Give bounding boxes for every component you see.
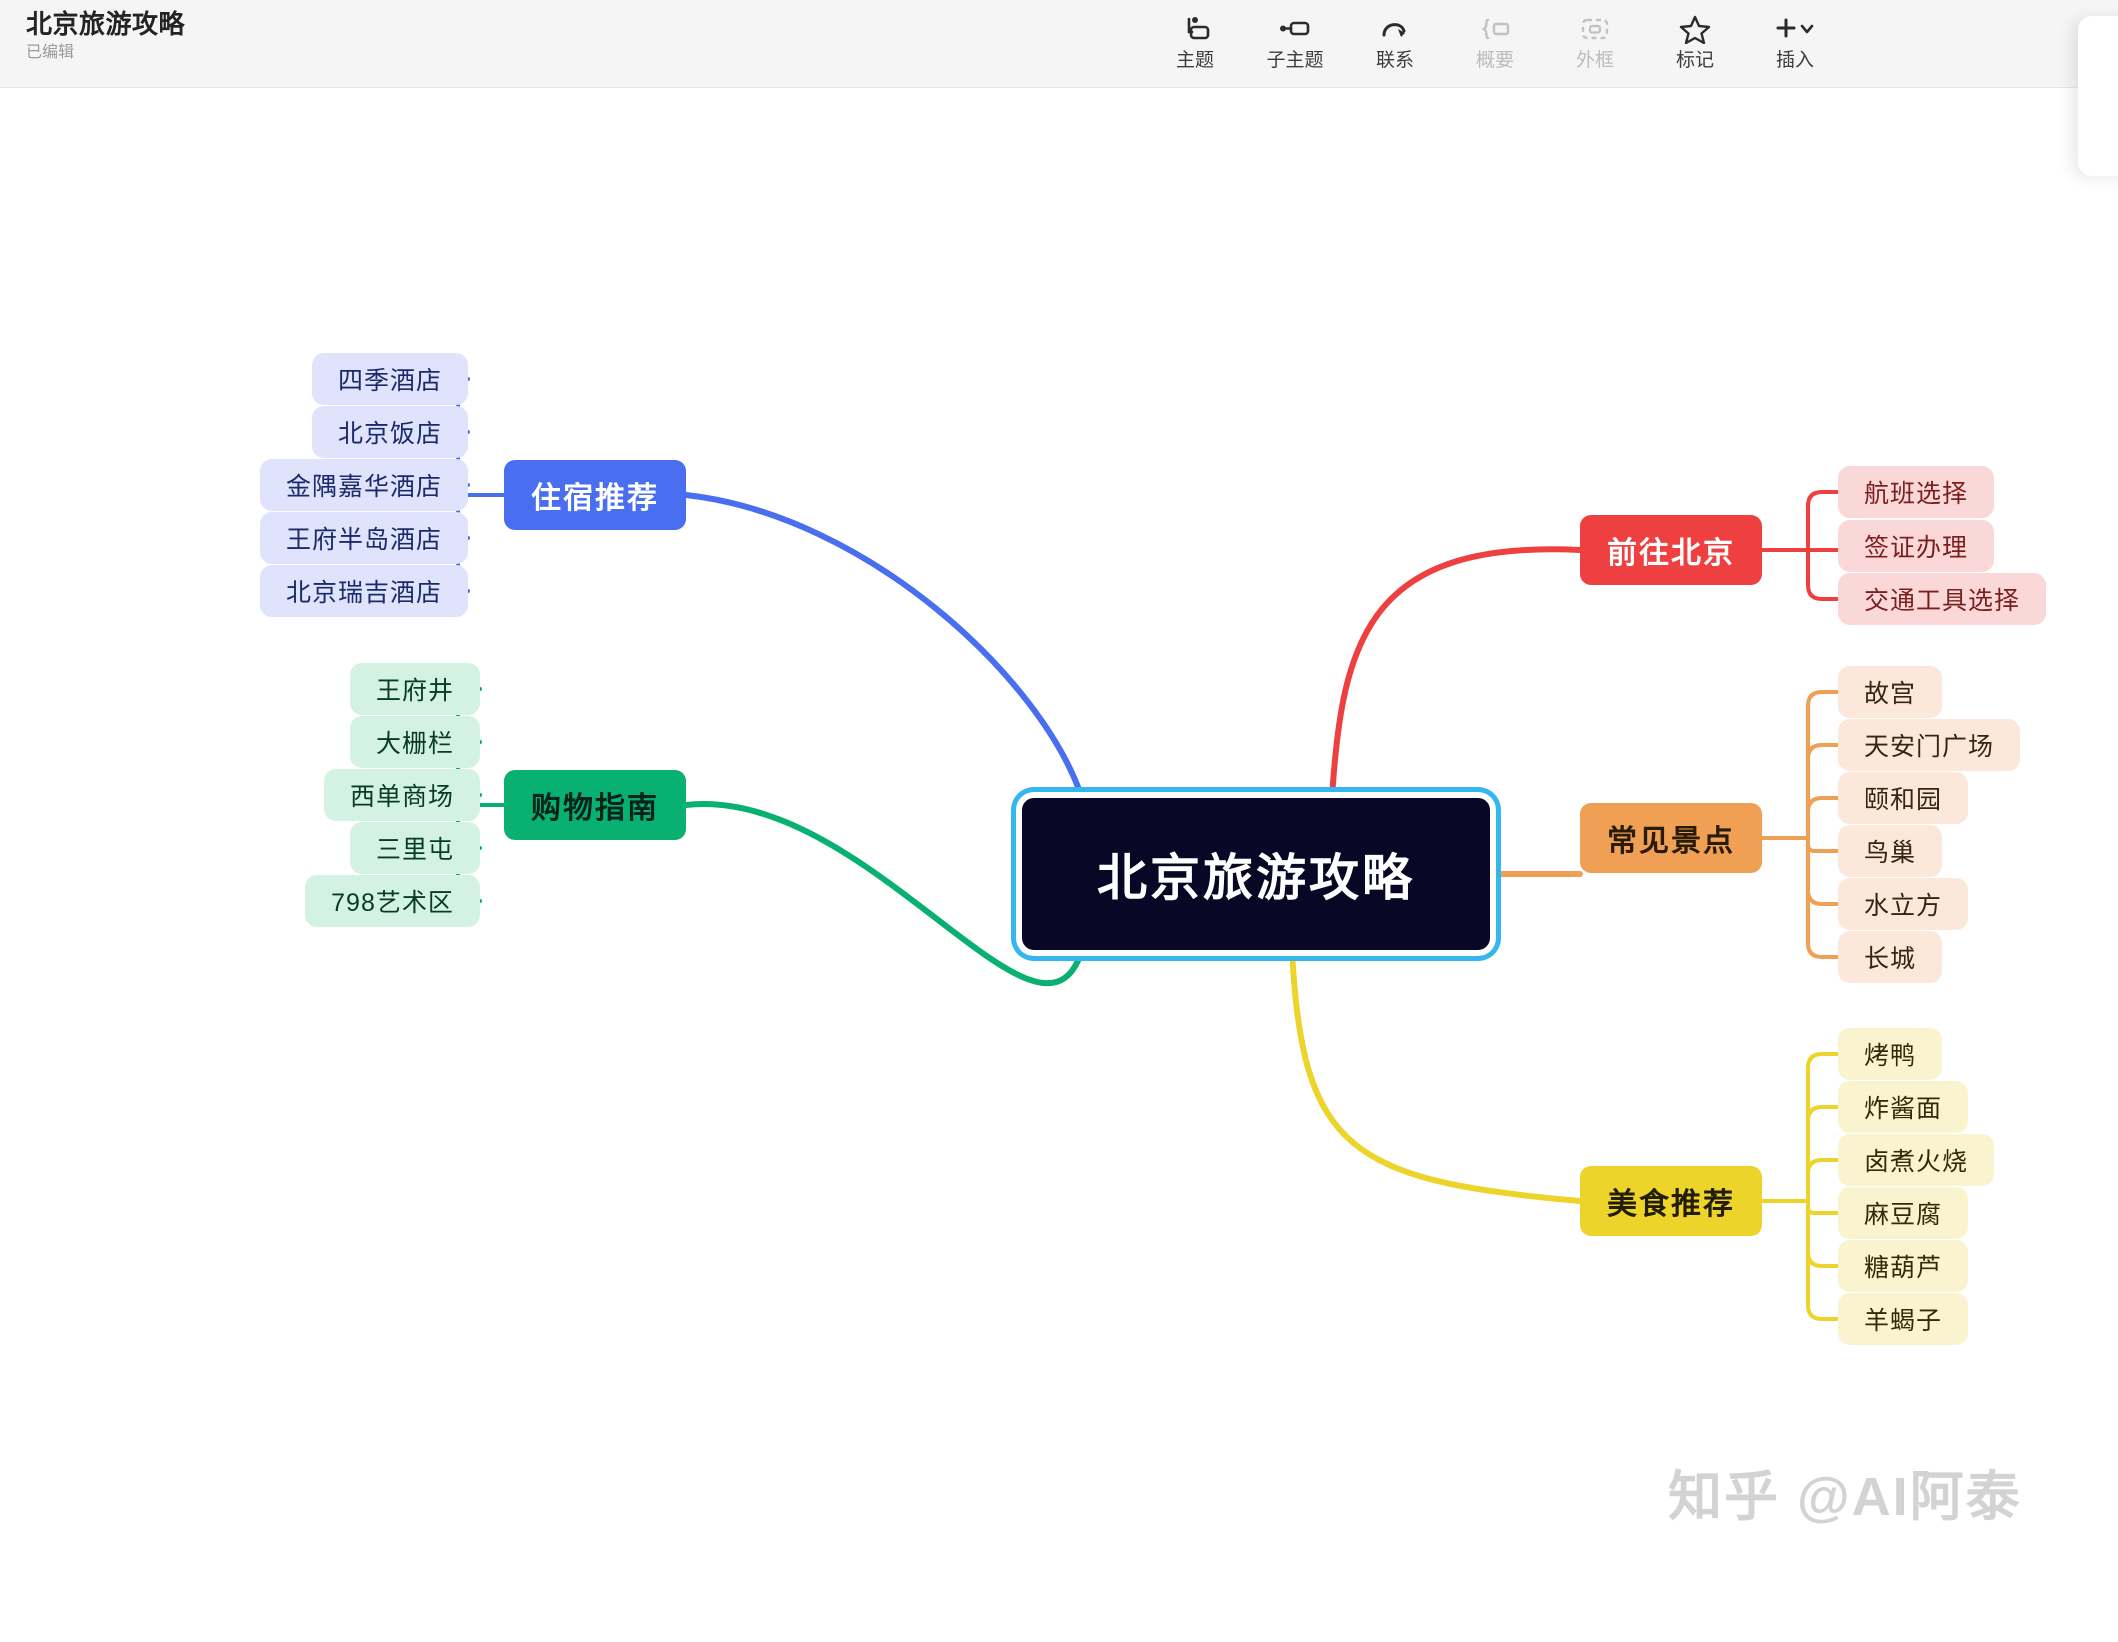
toolbar-label-topic: 主题 (1175, 50, 1214, 71)
connector (1806, 1199, 1840, 1215)
save-status: 已编辑 (26, 44, 75, 61)
leaf-node[interactable]: 四季酒店 (312, 353, 468, 405)
document-title-block: 北京旅游攻略 已编辑 (26, 8, 185, 64)
connector (1806, 796, 1840, 840)
leaf-node[interactable]: 交通工具选择 (1838, 573, 2046, 625)
connector (1806, 1158, 1840, 1203)
toolbar-label-marker: 标记 (1675, 50, 1714, 71)
branch-node[interactable]: 美食推荐 (1580, 1166, 1762, 1236)
connector (1806, 548, 1840, 601)
connector (683, 492, 1085, 801)
branch-node[interactable]: 常见景点 (1580, 803, 1762, 873)
toolbar-label-insert: 插入 (1775, 50, 1814, 71)
connector (1806, 490, 1840, 552)
leaf-node[interactable]: 鸟巢 (1838, 825, 1942, 877)
toolbar-label-subtopic: 子主题 (1266, 50, 1324, 71)
toolbar-button-insert[interactable]: 插入 (1745, 4, 1845, 82)
app-header: 北京旅游攻略 已编辑 主题 子主题 联系 概要 外框 标记 插入 (0, 0, 2118, 88)
toolbar-button-boundary[interactable]: 外框 (1545, 4, 1645, 82)
connector (1806, 836, 1840, 906)
subtopic-icon (1278, 12, 1312, 46)
toolbar-button-marker[interactable]: 标记 (1645, 4, 1745, 82)
leaf-node[interactable]: 三里屯 (350, 822, 480, 874)
leaf-node[interactable]: 航班选择 (1838, 466, 1994, 518)
boundary-icon (1579, 12, 1611, 46)
leaf-node[interactable]: 炸酱面 (1838, 1081, 1968, 1133)
leaf-node[interactable]: 天安门广场 (1838, 719, 2020, 771)
toolbar: 主题 子主题 联系 概要 外框 标记 插入 (1145, 4, 1845, 82)
toolbar-label-summary: 概要 (1475, 50, 1514, 71)
leaf-node[interactable]: 麻豆腐 (1838, 1187, 1968, 1239)
leaf-node[interactable]: 签证办理 (1838, 520, 1994, 572)
leaf-node[interactable]: 颐和园 (1838, 772, 1968, 824)
toolbar-button-summary[interactable]: 概要 (1445, 4, 1545, 82)
leaf-node[interactable]: 北京瑞吉酒店 (260, 565, 468, 617)
branch-node[interactable]: 前往北京 (1580, 515, 1762, 585)
leaf-node[interactable]: 金隅嘉华酒店 (260, 459, 468, 511)
toolbar-label-boundary: 外框 (1575, 50, 1614, 71)
leaf-node[interactable]: 王府半岛酒店 (260, 512, 468, 564)
connector (1806, 1199, 1840, 1321)
star-icon (1679, 12, 1711, 46)
side-panel-collapsed[interactable] (2078, 16, 2118, 176)
leaf-node[interactable]: 糖葫芦 (1838, 1240, 1968, 1292)
leaf-node[interactable]: 水立方 (1838, 878, 1968, 930)
connector (1806, 836, 1840, 853)
branch-node[interactable]: 住宿推荐 (504, 460, 686, 530)
toolbar-button-topic[interactable]: 主题 (1145, 4, 1245, 82)
root-node[interactable]: 北京旅游攻略 (1022, 798, 1490, 950)
connector (1806, 1052, 1840, 1203)
mindmap-canvas[interactable]: 北京旅游攻略 前往北京 航班选择 签证办理 交通工具选择常见景点 故宫 天安门广场 颐和园鸟… (0, 88, 2118, 1642)
leaf-node[interactable]: 羊蝎子 (1838, 1293, 1968, 1345)
toolbar-label-relation: 联系 (1375, 50, 1414, 71)
connector (1806, 743, 1840, 840)
branch-node[interactable]: 购物指南 (504, 770, 686, 840)
topic-icon (1180, 12, 1210, 46)
leaf-node[interactable]: 北京饭店 (312, 406, 468, 458)
page-title: 北京旅游攻略 (26, 9, 186, 39)
connector (1806, 1105, 1840, 1203)
summary-icon (1479, 12, 1511, 46)
leaf-node[interactable]: 798艺术区 (305, 875, 480, 927)
toolbar-button-subtopic[interactable]: 子主题 (1245, 4, 1345, 82)
connector (1806, 836, 1840, 959)
leaf-node[interactable]: 卤煮火烧 (1838, 1134, 1994, 1186)
leaf-node[interactable]: 长城 (1838, 931, 1942, 983)
leaf-node[interactable]: 王府井 (350, 663, 480, 715)
connector (1806, 1199, 1840, 1268)
relation-icon (1379, 12, 1411, 46)
connector (1806, 690, 1840, 840)
leaf-node[interactable]: 西单商场 (324, 769, 480, 821)
leaf-node[interactable]: 大栅栏 (350, 716, 480, 768)
connector (1329, 546, 1583, 801)
leaf-node[interactable]: 故宫 (1838, 666, 1942, 718)
plus-chevron-icon (1773, 12, 1817, 46)
leaf-node[interactable]: 烤鸭 (1838, 1028, 1942, 1080)
connector (1289, 947, 1583, 1204)
toolbar-button-relation[interactable]: 联系 (1345, 4, 1445, 82)
